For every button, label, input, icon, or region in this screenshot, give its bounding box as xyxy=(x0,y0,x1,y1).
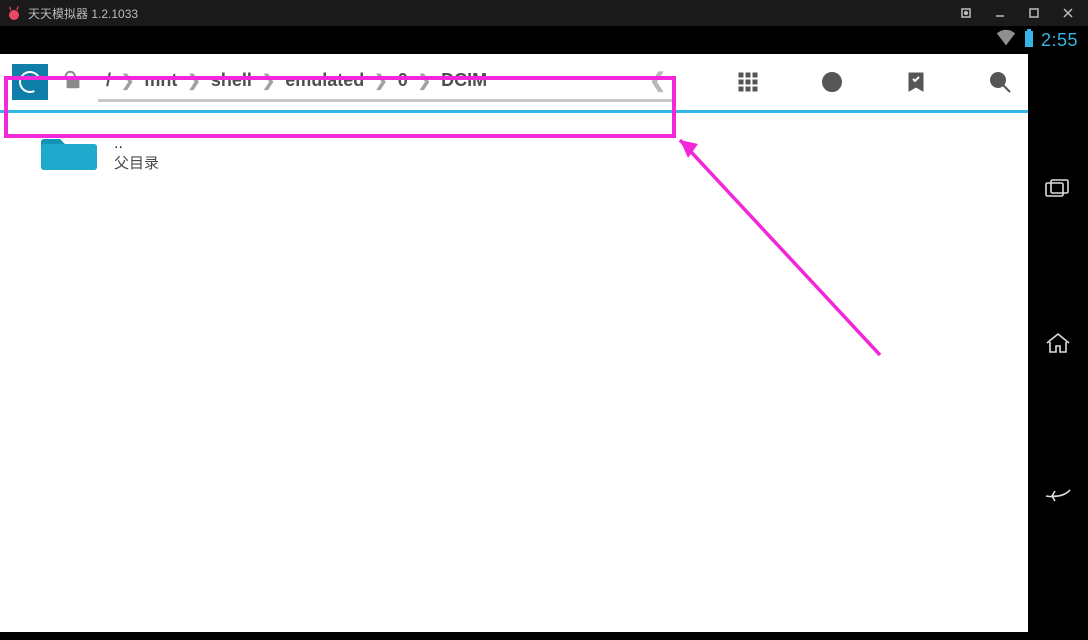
breadcrumb-item-mnt[interactable]: mnt xyxy=(140,70,181,91)
battery-icon xyxy=(1023,29,1035,52)
nav-back-button[interactable] xyxy=(1037,475,1079,517)
emulator-maximize-button[interactable] xyxy=(1020,0,1048,26)
chevron-right-icon: ❯ xyxy=(187,71,200,91)
search-button[interactable] xyxy=(984,66,1016,98)
file-manager-app: / ❯ mnt ❯ shell ❯ emulated ❯ 0 ❯ DCIM ❮ xyxy=(0,54,1028,632)
breadcrumb-item-0[interactable]: 0 xyxy=(394,70,412,91)
breadcrumb-item-emulated[interactable]: emulated xyxy=(281,70,368,91)
android-statusbar: 2:55 xyxy=(0,26,1088,54)
file-name: .. xyxy=(114,134,159,154)
emulator-close-button[interactable] xyxy=(1054,0,1082,26)
breadcrumb-item-dcim[interactable]: DCIM xyxy=(437,70,491,91)
parent-directory-item[interactable]: .. 父目录 xyxy=(40,123,988,184)
app-toolbar: / ❯ mnt ❯ shell ❯ emulated ❯ 0 ❯ DCIM ❮ xyxy=(0,54,1028,110)
file-list: .. 父目录 xyxy=(0,113,1028,194)
emulator-titlebar: 天天模拟器 1.2.1033 xyxy=(0,0,1088,26)
history-button[interactable] xyxy=(816,66,848,98)
app-icon[interactable] xyxy=(12,64,48,100)
chevron-right-icon: ❯ xyxy=(262,71,275,91)
emulator-minimize-button[interactable] xyxy=(986,0,1014,26)
breadcrumb[interactable]: / ❯ mnt ❯ shell ❯ emulated ❯ 0 ❯ DCIM ❮ xyxy=(98,62,676,102)
android-navbar xyxy=(1028,54,1088,632)
nav-home-button[interactable] xyxy=(1037,322,1079,364)
status-clock: 2:55 xyxy=(1041,30,1078,51)
chevron-right-icon: ❯ xyxy=(418,71,431,91)
nav-recent-button[interactable] xyxy=(1037,169,1079,211)
breadcrumb-root[interactable]: / xyxy=(102,70,115,91)
app-logo-icon xyxy=(6,5,22,21)
bookmark-button[interactable] xyxy=(900,66,932,98)
view-grid-button[interactable] xyxy=(732,66,764,98)
chevron-right-icon: ❯ xyxy=(374,71,387,91)
chevron-right-icon: ❯ xyxy=(121,71,134,91)
unlock-icon[interactable] xyxy=(62,69,84,96)
emulator-pin-button[interactable] xyxy=(952,0,980,26)
wifi-icon xyxy=(995,29,1017,52)
emulator-title: 天天模拟器 1.2.1033 xyxy=(28,5,946,22)
folder-icon xyxy=(40,129,98,178)
breadcrumb-back-icon[interactable]: ❮ xyxy=(643,68,672,93)
file-label: 父目录 xyxy=(114,154,159,174)
breadcrumb-item-shell[interactable]: shell xyxy=(207,70,256,91)
